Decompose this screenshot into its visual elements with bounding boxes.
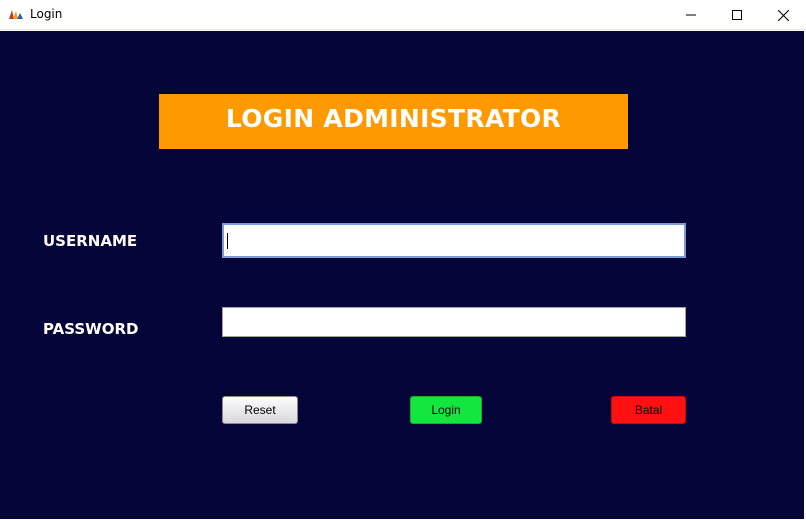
login-button[interactable]: Login [410, 396, 482, 424]
minimize-button[interactable] [668, 0, 714, 30]
text-cursor [227, 233, 228, 249]
maximize-icon [732, 10, 742, 20]
username-field[interactable] [222, 223, 686, 258]
window-titlebar: Login [0, 0, 806, 30]
password-label: PASSWORD [43, 320, 139, 338]
login-panel: LOGIN ADMINISTRATOR USERNAME PASSWORD Re… [0, 31, 804, 519]
cancel-button[interactable]: Batal [611, 396, 686, 424]
reset-button[interactable]: Reset [222, 396, 298, 424]
java-app-icon [9, 10, 23, 19]
close-icon [777, 9, 789, 21]
minimize-icon [686, 14, 696, 16]
header-banner: LOGIN ADMINISTRATOR [159, 94, 628, 149]
username-label: USERNAME [43, 232, 138, 250]
window-title: Login [30, 7, 63, 21]
maximize-button[interactable] [714, 0, 760, 30]
password-field[interactable] [222, 307, 686, 337]
close-button[interactable] [760, 0, 806, 30]
page-title: LOGIN ADMINISTRATOR [225, 103, 562, 133]
